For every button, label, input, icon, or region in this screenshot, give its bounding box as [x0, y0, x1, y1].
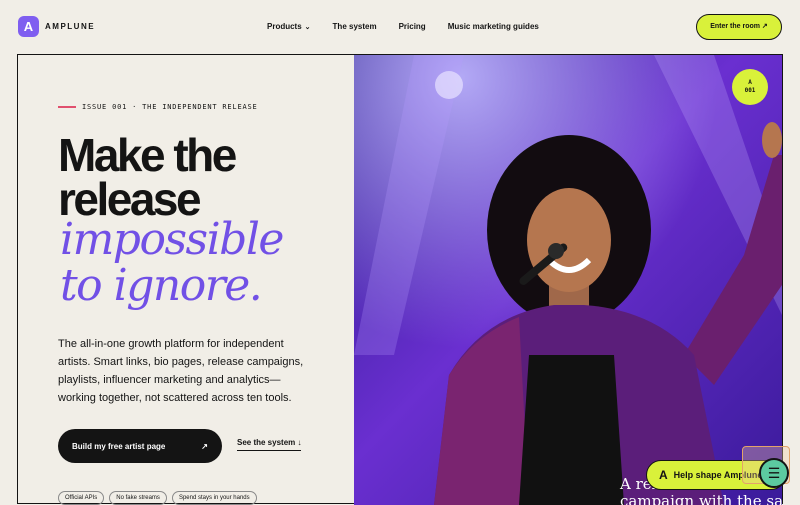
issue-text: ISSUE 001 · THE INDEPENDENT RELEASE — [82, 103, 258, 111]
trust-pill: Spend stays in your hands — [171, 491, 257, 505]
issue-divider — [58, 106, 76, 108]
hero-copy: ISSUE 001 · THE INDEPENDENT RELEASE Make… — [18, 55, 355, 505]
trust-pills: Official APIs No fake streams Spend stay… — [58, 491, 262, 505]
build-artist-page-button[interactable]: Build my free artist page ↗ — [58, 429, 222, 463]
chevron-down-icon: ⌄ — [304, 24, 311, 31]
caption-line: campaign with the same — [620, 492, 782, 505]
headline-line: Make the — [58, 129, 237, 181]
hero-image: A 001 A rel campaign with the same — [354, 55, 782, 505]
headline-italic-line: impossible — [60, 214, 284, 265]
headline: Make the release — [58, 129, 237, 222]
nav-item-pricing[interactable]: Pricing — [399, 22, 426, 31]
issue-badge: A 001 — [732, 69, 768, 105]
headline-italic: impossible to ignore. — [60, 214, 284, 311]
logo-mark: A — [659, 468, 668, 482]
headline-italic-line: to ignore. — [60, 260, 263, 311]
logo-wordmark: AMPLUNE — [45, 22, 96, 31]
badge-line: 001 — [744, 87, 756, 94]
concert-photo — [354, 55, 782, 505]
nav-item-products[interactable]: Products ⌄ — [267, 22, 311, 31]
issue-label: ISSUE 001 · THE INDEPENDENT RELEASE — [58, 103, 258, 111]
hero-description: The all-in-one growth platform for indep… — [58, 338, 304, 404]
nav-item-guides[interactable]: Music marketing guides — [448, 22, 539, 31]
hero-frame: ISSUE 001 · THE INDEPENDENT RELEASE Make… — [17, 54, 783, 505]
nav-item-label: Products — [267, 22, 302, 31]
main-nav: Products ⌄ The system Pricing Music marke… — [267, 22, 561, 31]
enter-the-room-button[interactable]: Enter the room ↗ — [696, 14, 782, 40]
button-label: Build my free artist page — [72, 441, 166, 451]
trust-pill: No fake streams — [109, 491, 167, 505]
chat-icon[interactable]: ☰ — [759, 458, 789, 488]
nav-item-the-system[interactable]: The system — [333, 22, 377, 31]
site-header: A AMPLUNE Products ⌄ The system Pricing M… — [0, 0, 800, 54]
see-the-system-link[interactable]: See the system ↓ — [237, 438, 302, 451]
logo-mark: A — [18, 16, 39, 37]
badge-line: A — [748, 79, 752, 86]
arrow-up-right-icon: ↗ — [201, 441, 208, 451]
trust-pill: Official APIs — [58, 491, 105, 505]
brand-logo[interactable]: A AMPLUNE — [18, 16, 95, 37]
